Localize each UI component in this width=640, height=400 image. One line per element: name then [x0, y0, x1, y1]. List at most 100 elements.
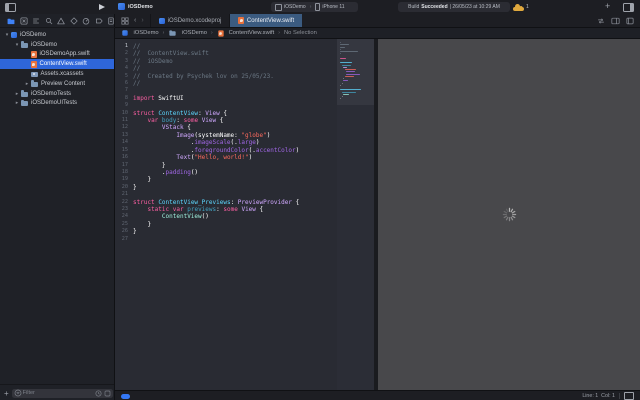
related-items-icon[interactable] [121, 16, 129, 25]
line-number[interactable]: 1 [115, 43, 128, 50]
disclosure-triangle-icon[interactable]: ▾ [4, 32, 10, 38]
code-line[interactable]: import SwiftUI [133, 95, 299, 102]
code-line[interactable]: } [133, 176, 299, 183]
tab-contentview-swift[interactable]: ContentView.swift [230, 14, 303, 27]
tree-item-assets-xcassets[interactable]: Assets.xcassets [0, 69, 114, 79]
disclosure-triangle-icon[interactable]: ▾ [14, 42, 20, 48]
add-editor-icon[interactable] [611, 17, 620, 25]
run-button[interactable] [99, 3, 105, 10]
code-line[interactable]: // [133, 65, 299, 72]
line-number[interactable]: 16 [115, 154, 128, 161]
disclosure-triangle-icon[interactable]: ▸ [14, 91, 20, 97]
tab-iosdemo-xcodeproj[interactable]: iOSDemo.xcodeproj [149, 14, 231, 27]
filter-input[interactable] [21, 390, 95, 396]
line-number[interactable]: 8 [115, 95, 128, 102]
tree-item-iosdemotests[interactable]: ▸ iOSDemoTests [0, 89, 114, 99]
breadcrumb-contentview-swift[interactable]: ContentView.swift [217, 30, 274, 37]
code-line[interactable]: } [133, 221, 299, 228]
code-line[interactable]: // Created by Psychek lov on 25/05/23. [133, 73, 299, 80]
editor-mode-indicator[interactable] [121, 393, 130, 399]
line-number[interactable]: 18 [115, 169, 128, 176]
tree-item-iosdemo[interactable]: ▾ iOSDemo [0, 30, 114, 40]
code-line[interactable] [133, 102, 299, 109]
toggle-inspector-icon[interactable] [623, 3, 634, 12]
line-number[interactable]: 22 [115, 199, 128, 206]
code-line[interactable]: } [133, 228, 299, 235]
code-line[interactable] [133, 87, 299, 94]
code-line[interactable]: struct ContentView: View { [133, 110, 299, 117]
add-file-icon[interactable]: + [4, 389, 9, 398]
disclosure-triangle-icon[interactable]: ▸ [24, 81, 30, 87]
code-line[interactable]: // ContentView.swift [133, 50, 299, 57]
code-line[interactable]: // iOSDemo [133, 58, 299, 65]
breadcrumb-iosdemo[interactable]: iOSDemo [121, 30, 159, 36]
source-control-navigator-icon[interactable] [19, 16, 28, 25]
code-line[interactable]: Text("Hello, world!") [133, 154, 299, 161]
line-number[interactable]: 3 [115, 58, 128, 65]
filter-field[interactable] [11, 388, 113, 398]
minimap-viewport[interactable] [337, 39, 374, 105]
debug-navigator-icon[interactable] [82, 17, 90, 25]
code-line[interactable]: var body: some View { [133, 117, 299, 124]
line-number[interactable]: 17 [115, 162, 128, 169]
code-line[interactable]: // [133, 43, 299, 50]
code-line[interactable]: static var previews: some View { [133, 206, 299, 213]
back-icon[interactable]: ‹ [134, 17, 136, 24]
breakpoint-navigator-icon[interactable] [95, 17, 103, 25]
code-line[interactable]: .padding() [133, 169, 299, 176]
line-number[interactable]: 21 [115, 191, 128, 198]
code-line[interactable]: .imageScale(.large) [133, 139, 299, 146]
scheme-selector[interactable]: iOSDemo › iPhone 11 [271, 2, 358, 12]
destination-name[interactable]: iPhone 11 [322, 4, 344, 10]
forward-icon[interactable]: › [141, 17, 143, 24]
line-number[interactable]: 15 [115, 147, 128, 154]
breadcrumb-iosdemo[interactable]: iOSDemo [168, 29, 207, 36]
line-number[interactable]: 14 [115, 139, 128, 146]
find-navigator-icon[interactable] [45, 17, 53, 25]
code-line[interactable]: struct ContentView_Previews: PreviewProv… [133, 199, 299, 206]
code-line[interactable]: } [133, 184, 299, 191]
breadcrumb-no-selection[interactable]: No Selection [284, 30, 317, 36]
source-control-filter-icon[interactable] [104, 390, 111, 397]
test-navigator-icon[interactable] [69, 16, 78, 25]
code-line[interactable]: .foregroundColor(.accentColor) [133, 147, 299, 154]
project-navigator-icon[interactable] [7, 17, 15, 25]
editor-focus-icon[interactable] [626, 17, 634, 25]
symbol-navigator-icon[interactable] [32, 17, 40, 25]
code-line[interactable]: } [133, 162, 299, 169]
minimap[interactable] [337, 39, 374, 390]
line-number[interactable]: 24 [115, 213, 128, 220]
recent-files-clock-icon[interactable] [95, 390, 102, 397]
code-line[interactable]: VStack { [133, 124, 299, 131]
code-line[interactable]: Image(systemName: "globe") [133, 132, 299, 139]
toggle-navigator-icon[interactable] [5, 3, 16, 12]
line-number[interactable]: 9 [115, 102, 128, 109]
line-number[interactable]: 19 [115, 176, 128, 183]
tree-item-iosdemo[interactable]: ▾ iOSDemo [0, 40, 114, 50]
adjust-editor-options-icon[interactable] [597, 17, 605, 25]
tree-item-iosdemoapp-swift[interactable]: iOSDemoApp.swift [0, 50, 114, 60]
code-line[interactable] [133, 236, 299, 243]
code-line[interactable]: ContentView() [133, 213, 299, 220]
line-number[interactable]: 4 [115, 65, 128, 72]
line-number[interactable]: 13 [115, 132, 128, 139]
line-number[interactable]: 5 [115, 73, 128, 80]
line-number[interactable]: 26 [115, 228, 128, 235]
tree-item-contentview-swift[interactable]: ContentView.swift [0, 59, 114, 70]
report-navigator-icon[interactable] [107, 16, 115, 25]
line-number[interactable]: 27 [115, 236, 128, 243]
warning-indicator[interactable]: 1 [513, 3, 529, 11]
line-number[interactable]: 11 [115, 117, 128, 124]
library-add-icon[interactable]: + [605, 1, 610, 11]
line-number[interactable]: 7 [115, 87, 128, 94]
tree-item-iosdemouitests[interactable]: ▸ iOSDemoUITests [0, 99, 114, 109]
code-line[interactable] [133, 191, 299, 198]
scheme-name[interactable]: iOSDemo [284, 4, 306, 10]
line-number[interactable]: 2 [115, 50, 128, 57]
line-number[interactable]: 6 [115, 80, 128, 87]
activity-status[interactable]: Build Succeeded | 26/05/23 at 10:29 AM [398, 2, 510, 12]
disclosure-triangle-icon[interactable]: ▸ [14, 100, 20, 106]
code-line[interactable]: // [133, 80, 299, 87]
line-number[interactable]: 12 [115, 124, 128, 131]
tree-item-preview-content[interactable]: ▸ Preview Content [0, 79, 114, 89]
